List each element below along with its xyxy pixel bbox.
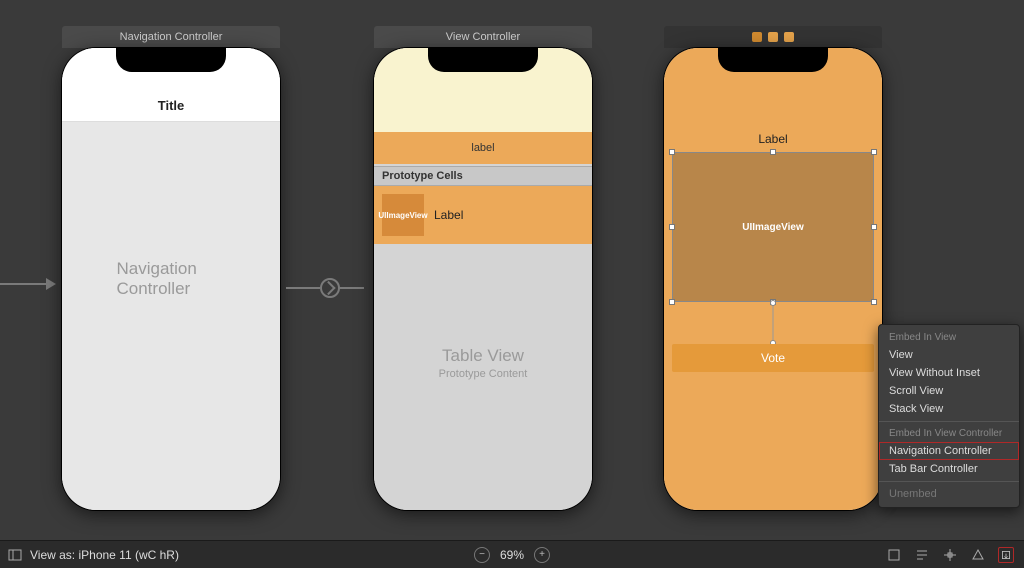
cell-imageview[interactable]: UIImageView (382, 194, 424, 236)
scene-object-icons[interactable] (752, 32, 794, 42)
zoom-out-button[interactable]: − (474, 547, 490, 563)
scene-title-label: Navigation Controller (120, 31, 223, 43)
nav-placeholder-label: Navigation Controller (117, 259, 226, 299)
list-root-view: label Prototype Cells UIImageView Label … (374, 48, 592, 510)
nav-root-view: Title Navigation Controller (62, 48, 280, 510)
canvas-bottom-bar: View as: iPhone 11 (wC hR) − 69% + (0, 540, 1024, 568)
segue-root[interactable] (286, 278, 364, 298)
tableview-title: Table View (374, 346, 592, 366)
cell-label[interactable]: Label (434, 208, 463, 222)
scene-title-view[interactable]: View Controller (374, 26, 592, 48)
constraint-connector[interactable] (773, 302, 774, 342)
prototype-cell[interactable]: UIImageView Label (374, 186, 592, 244)
panel-toggle-icon[interactable] (8, 548, 22, 562)
scene-title-detail[interactable] (664, 26, 882, 48)
menu-separator (879, 421, 1019, 422)
resize-handle[interactable] (669, 224, 675, 230)
prototype-cells-header: Prototype Cells (374, 166, 592, 186)
menu-section-header: Embed In View (879, 329, 1019, 346)
detail-imageview[interactable]: UIImageView (672, 152, 874, 302)
phone-detail-controller[interactable]: Label UIImageView Vote (664, 48, 882, 510)
detail-imageview-selection[interactable]: UIImageView (672, 152, 874, 302)
notch-icon (116, 48, 226, 72)
notch-icon (428, 48, 538, 72)
nav-bar-title: Title (158, 98, 185, 113)
tableview-placeholder: Table View Prototype Content (374, 346, 592, 380)
zoom-level[interactable]: 69% (500, 548, 524, 562)
segue-icon (320, 278, 340, 298)
resize-handle[interactable] (871, 224, 877, 230)
menu-item-view-without-inset[interactable]: View Without Inset (879, 364, 1019, 382)
phone-nav-controller[interactable]: Title Navigation Controller (62, 48, 280, 510)
notch-icon (718, 48, 828, 72)
entry-point-arrow[interactable] (0, 278, 56, 290)
list-header-label[interactable]: label (374, 132, 592, 164)
menu-separator (879, 481, 1019, 482)
zoom-in-button[interactable]: + (534, 547, 550, 563)
detail-label[interactable]: Label (664, 132, 882, 146)
first-responder-icon[interactable] (768, 32, 778, 42)
add-constraints-icon[interactable] (942, 547, 958, 563)
detail-root-view[interactable]: Label UIImageView Vote (664, 48, 882, 510)
vote-button[interactable]: Vote (672, 344, 874, 372)
scene-title-nav[interactable]: Navigation Controller (62, 26, 280, 48)
menu-item-stack-view[interactable]: Stack View (879, 400, 1019, 418)
scene-title-label: View Controller (446, 31, 520, 43)
menu-item-view[interactable]: View (879, 346, 1019, 364)
menu-item-unembed: Unembed (879, 485, 1019, 503)
view-as-label[interactable]: View as: iPhone 11 (wC hR) (30, 548, 179, 562)
align-icon[interactable] (914, 547, 930, 563)
embed-in-icon[interactable] (998, 547, 1014, 563)
menu-section-header: Embed In View Controller (879, 425, 1019, 442)
storyboard-canvas[interactable]: Navigation Controller Title Navigation C… (0, 0, 1024, 540)
constraint-anchor[interactable] (770, 300, 776, 306)
exit-icon[interactable] (784, 32, 794, 42)
resolve-issues-icon[interactable] (970, 547, 986, 563)
phone-list-controller[interactable]: label Prototype Cells UIImageView Label … (374, 48, 592, 510)
resize-handle[interactable] (770, 149, 776, 155)
resize-handle[interactable] (871, 149, 877, 155)
embed-in-menu[interactable]: Embed In View View View Without Inset Sc… (878, 324, 1020, 508)
resize-handle[interactable] (669, 149, 675, 155)
menu-item-scroll-view[interactable]: Scroll View (879, 382, 1019, 400)
menu-item-navigation-controller[interactable]: Navigation Controller (879, 442, 1019, 460)
update-frames-icon[interactable] (886, 547, 902, 563)
menu-item-tab-bar-controller[interactable]: Tab Bar Controller (879, 460, 1019, 478)
resize-handle[interactable] (669, 299, 675, 305)
view-controller-icon[interactable] (752, 32, 762, 42)
tableview-subtitle: Prototype Content (374, 368, 592, 380)
resize-handle[interactable] (871, 299, 877, 305)
